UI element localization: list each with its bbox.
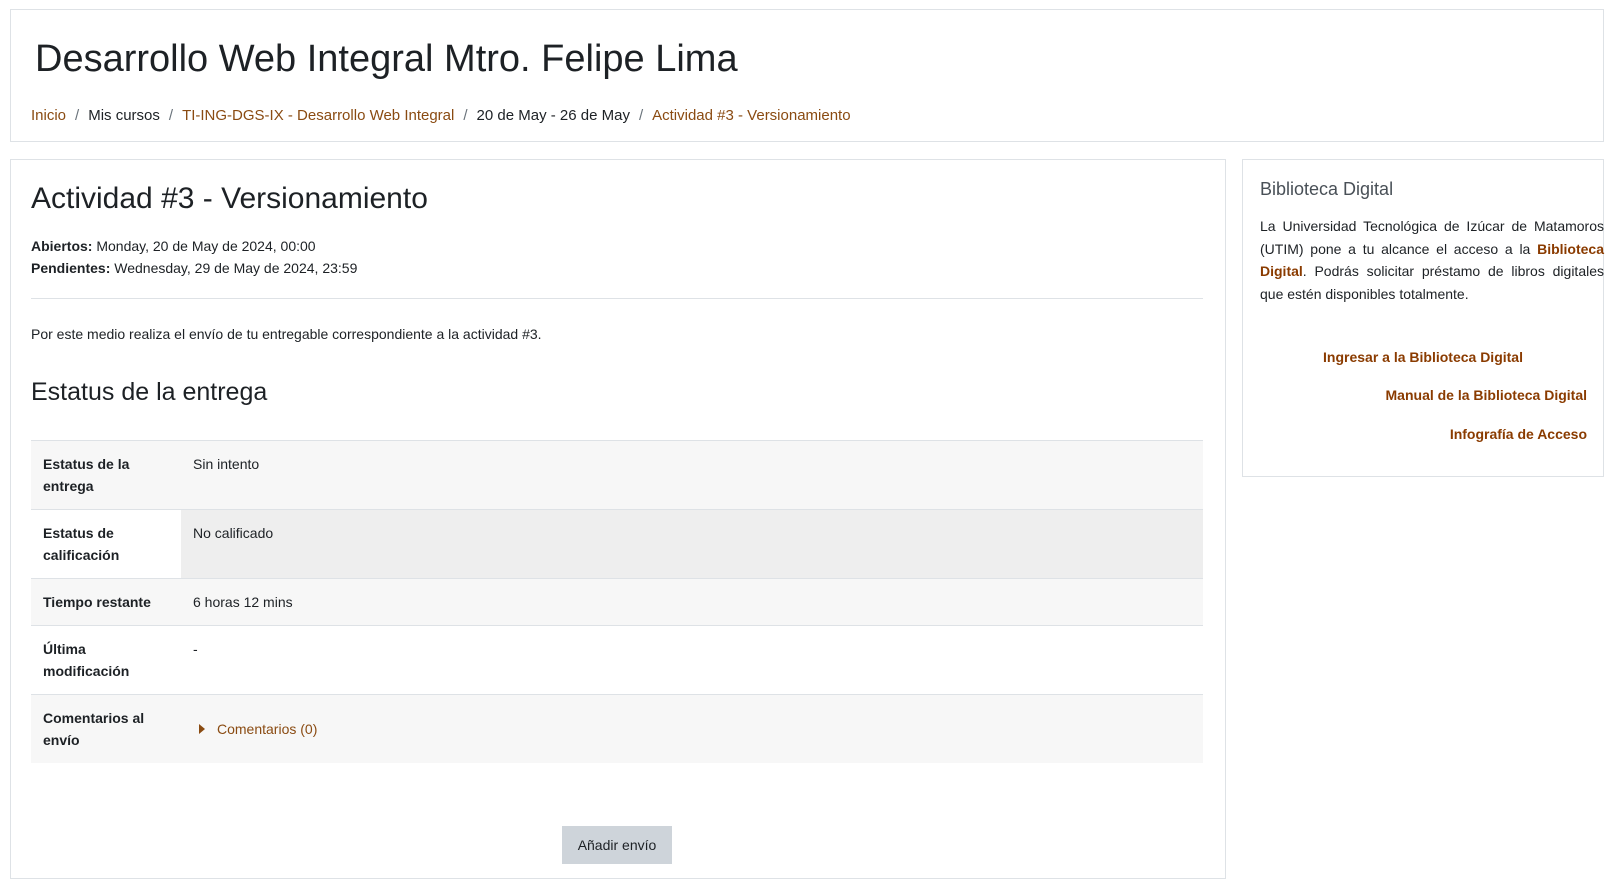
- library-manual-link[interactable]: Manual de la Biblioteca Digital: [1386, 385, 1587, 405]
- main-region: Actividad #3 - Versionamiento Abiertos: …: [10, 159, 1226, 879]
- breadcrumb-separator: /: [75, 107, 80, 124]
- activity-dates: Abiertos: Monday, 20 de May de 2024, 00:…: [31, 235, 357, 279]
- breadcrumb: Inicio / Mis cursos / TI-ING-DGS-IX - De…: [31, 106, 851, 126]
- enter-library-link[interactable]: Ingresar a la Biblioteca Digital: [1243, 347, 1603, 367]
- breadcrumb-item-activity[interactable]: Actividad #3 - Versionamiento: [652, 106, 850, 126]
- divider: [31, 298, 1203, 299]
- page-header: Desarrollo Web Integral Mtro. Felipe Lim…: [10, 9, 1604, 142]
- submission-status-heading: Estatus de la entrega: [31, 378, 268, 406]
- breadcrumb-item-course[interactable]: TI-ING-DGS-IX - Desarrollo Web Integral: [182, 106, 454, 126]
- add-submission-button[interactable]: Añadir envío: [562, 826, 672, 864]
- due-label: Pendientes:: [31, 260, 111, 276]
- library-text-after: . Podrás solicitar préstamo de libros di…: [1260, 263, 1604, 303]
- submission-status-table: Estatus de la entrega Sin intento Estatu…: [31, 440, 1203, 763]
- row-label: Comentarios al envío: [31, 694, 181, 763]
- activity-title: Actividad #3 - Versionamiento: [31, 182, 428, 215]
- due-value: Wednesday, 29 de May de 2024, 23:59: [114, 260, 358, 276]
- library-block-text: La Universidad Tecnológica de Izúcar de …: [1260, 215, 1604, 306]
- library-block: Biblioteca Digital La Universidad Tecnol…: [1242, 159, 1604, 477]
- caret-right-icon: [199, 724, 205, 734]
- row-value: No calificado: [181, 509, 1203, 579]
- breadcrumb-separator: /: [638, 107, 644, 124]
- table-row-submission-status: Estatus de la entrega Sin intento: [31, 440, 1203, 510]
- row-label: Última modificación: [31, 625, 181, 695]
- row-label: Estatus de calificación: [31, 509, 181, 579]
- library-block-title: Biblioteca Digital: [1260, 179, 1394, 199]
- row-value: Sin intento: [181, 440, 1203, 510]
- activity-intro: Por este medio realiza el envío de tu en…: [31, 326, 542, 342]
- breadcrumb-item-week: 20 de May - 26 de May: [476, 107, 630, 124]
- table-row-last-modified: Última modificación -: [31, 625, 1203, 695]
- table-row-time-remaining: Tiempo restante 6 horas 12 mins: [31, 578, 1203, 626]
- row-label: Estatus de la entrega: [31, 440, 181, 510]
- breadcrumb-separator: /: [168, 107, 174, 124]
- opened-value: Monday, 20 de May de 2024, 00:00: [96, 238, 316, 254]
- opened-date: Abiertos: Monday, 20 de May de 2024, 00:…: [31, 235, 357, 257]
- row-label: Tiempo restante: [31, 578, 181, 626]
- table-row-submission-comments: Comentarios al envío Comentarios (0): [31, 694, 1203, 763]
- due-date: Pendientes: Wednesday, 29 de May de 2024…: [31, 257, 357, 279]
- breadcrumb-item-inicio[interactable]: Inicio: [31, 106, 66, 126]
- table-row-grading-status: Estatus de calificación No calificado: [31, 509, 1203, 579]
- course-title: Desarrollo Web Integral Mtro. Felipe Lim…: [35, 38, 738, 80]
- row-value: 6 horas 12 mins: [181, 578, 1203, 626]
- breadcrumb-separator: /: [463, 107, 468, 124]
- opened-label: Abiertos:: [31, 238, 93, 254]
- access-infographic-link[interactable]: Infografía de Acceso: [1450, 424, 1587, 444]
- comments-toggle-link[interactable]: Comentarios (0): [193, 718, 317, 740]
- breadcrumb-item-mis-cursos: Mis cursos: [88, 107, 160, 124]
- row-value: -: [181, 625, 1203, 695]
- comments-link-label: Comentarios (0): [217, 721, 318, 737]
- row-value: Comentarios (0): [181, 694, 1203, 763]
